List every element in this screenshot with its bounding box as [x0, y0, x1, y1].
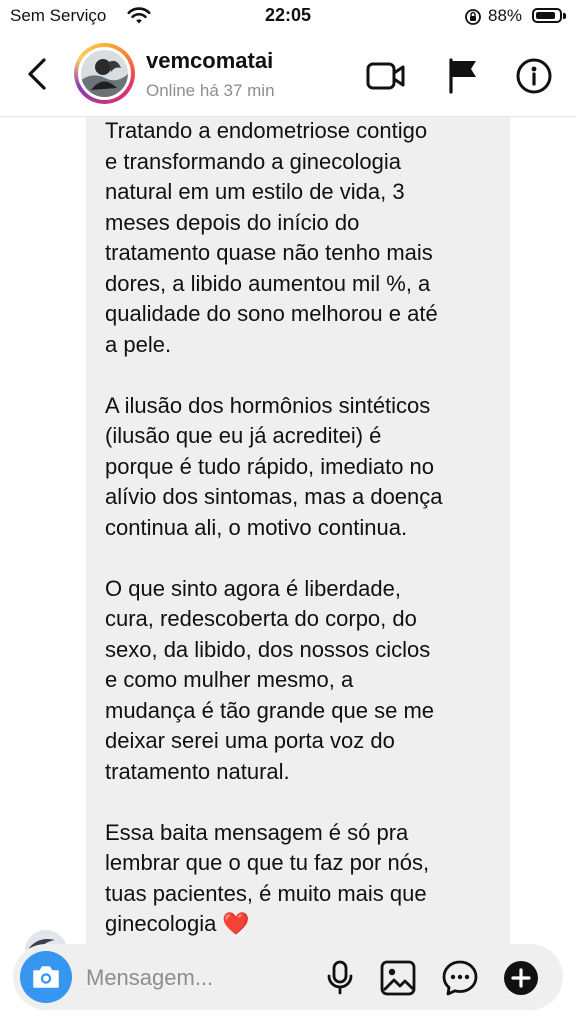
plus-icon: [504, 961, 538, 995]
battery-percent: 88%: [488, 6, 523, 25]
gallery-button[interactable]: [376, 956, 420, 1000]
battery-tip: [563, 13, 566, 19]
report-button[interactable]: [440, 54, 484, 98]
message-line: tuas pacientes, é muito mais que: [105, 880, 427, 906]
message-line: meses depois do início do: [105, 209, 360, 235]
message-line: Essa baita mensagem é só pra: [105, 819, 409, 845]
message-paragraph: Tratando a endometriose contigo e transfo…: [105, 116, 500, 360]
message-paragraph: O que sinto agora é liberdade, cura, rede…: [105, 574, 500, 788]
camera-icon: [33, 966, 59, 988]
message-line: tratamento natural.: [105, 758, 290, 784]
orientation-lock-icon: [464, 8, 482, 31]
message-line: e transformando a ginecologia: [105, 148, 401, 174]
back-button[interactable]: [18, 52, 58, 96]
sticker-button[interactable]: [438, 956, 482, 1000]
message-line: qualidade do sono melhorou e até: [105, 301, 438, 326]
video-call-icon: [366, 62, 405, 90]
camera-button[interactable]: [20, 951, 72, 1003]
message-line: natural em um estilo de vida, 3: [105, 179, 405, 204]
message-line: tratamento quase não tenho mais: [105, 240, 433, 265]
message-line: (ilusão que eu já acreditei) é: [105, 423, 382, 448]
back-chevron-icon: [28, 58, 46, 90]
info-icon: [516, 58, 552, 94]
info-button[interactable]: [512, 54, 556, 98]
video-call-button[interactable]: [364, 54, 408, 98]
sticker-icon: [442, 960, 478, 996]
battery-icon: [532, 8, 562, 23]
message-paragraph: Essa baita mensagem é só pra lembrar que …: [105, 818, 500, 940]
message-line: porque é tudo rápido, imediato no: [105, 453, 435, 479]
chat-header: vemcomatai Online há 37 min: [0, 34, 576, 117]
message-line: a pele.: [105, 331, 172, 357]
message-line: continua ali, o motivo continua.: [105, 514, 408, 540]
message-input[interactable]: [86, 958, 306, 998]
message-line: deixar serei uma porta voz do: [105, 728, 395, 753]
presence-status: Online há 37 min: [146, 81, 275, 100]
message-line: dores, a libido aumentou mil %, a: [105, 270, 431, 296]
message-line: ginecologia ❤️: [105, 911, 250, 936]
voice-message-button[interactable]: [318, 956, 362, 1000]
message-line: A ilusão dos hormônios sintéticos: [105, 392, 431, 418]
avatar[interactable]: [78, 47, 131, 100]
message-line: lembrar que o que tu faz por nós,: [105, 850, 430, 875]
battery-level-fill: [536, 12, 555, 19]
message-line: mudança é tão grande que se me: [105, 697, 435, 723]
message-line: sexo, da libido, dos nossos ciclos: [105, 636, 431, 662]
flag-icon: [449, 58, 476, 94]
profile-photo-icon: [81, 50, 128, 97]
message-line: alívio dos sintomas, mas a doença: [105, 484, 443, 509]
message-line: e como mulher mesmo, a: [105, 667, 354, 692]
message-line: O que sinto agora é liberdade,: [105, 575, 401, 601]
username[interactable]: vemcomatai: [146, 48, 273, 74]
status-bar: Sem Serviço 22:05 88%: [0, 0, 576, 34]
message-line: cura, redescoberta do corpo, do: [105, 606, 417, 631]
message-text: Tratando a endometriose contigo e transfo…: [105, 116, 500, 970]
microphone-icon: [327, 960, 353, 995]
message-line: Tratando a endometriose contigo: [105, 118, 428, 143]
message-paragraph: A ilusão dos hormônios sintéticos (ilusão…: [105, 391, 500, 544]
gallery-icon: [380, 960, 416, 996]
more-options-button[interactable]: [499, 956, 543, 1000]
